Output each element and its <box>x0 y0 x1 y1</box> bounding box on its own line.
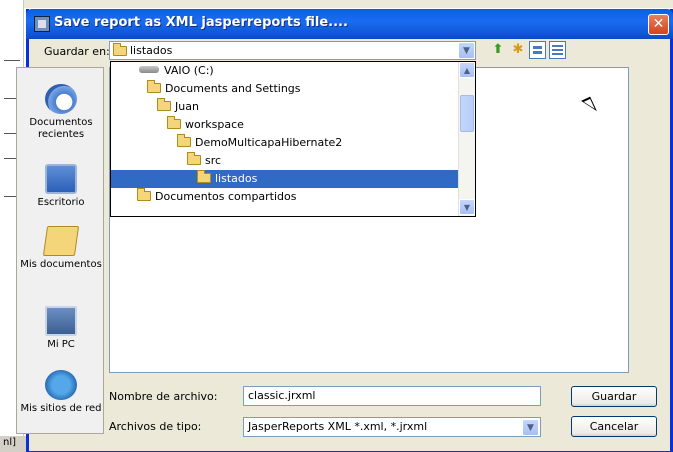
folder-icon <box>147 80 161 93</box>
new-folder-icon[interactable]: ✱ <box>509 41 527 59</box>
folder-icon <box>137 188 151 201</box>
dropdown-item-label: DemoMulticapaHibernate2 <box>195 136 343 149</box>
places-bar: Documentos recientes Escritorio Mis docu… <box>16 67 104 434</box>
background-app-top <box>24 0 673 8</box>
folder-icon <box>167 116 181 129</box>
save-button[interactable]: Guardar <box>571 386 657 407</box>
dropdown-item[interactable]: VAIO (C:) <box>111 62 459 80</box>
place-label: Documentos recientes <box>29 117 93 140</box>
network-places-icon <box>45 370 77 400</box>
app-icon <box>34 16 50 32</box>
look-in-value: listados <box>130 44 173 57</box>
window-title: Save report as XML jasperreports file...… <box>54 15 348 30</box>
dropdown-item[interactable]: src <box>111 152 459 170</box>
dropdown-scrollbar[interactable]: ▲ ▼ <box>458 62 475 216</box>
dropdown-item-label: src <box>205 154 222 167</box>
scroll-up-icon[interactable]: ▲ <box>459 62 475 78</box>
folder-icon <box>177 134 191 147</box>
my-computer-icon <box>45 306 77 336</box>
look-in-label: Guardar en: <box>44 45 110 58</box>
filetype-label: Archivos de tipo: <box>109 420 202 433</box>
view-details-icon[interactable] <box>549 41 566 59</box>
place-desktop[interactable]: Escritorio <box>17 164 105 209</box>
folder-icon <box>187 152 201 165</box>
place-my-computer[interactable]: Mi PC <box>17 306 105 351</box>
chevron-down-icon[interactable]: ▼ <box>522 419 539 436</box>
place-network[interactable]: Mis sitios de red <box>17 370 105 415</box>
cancel-button[interactable]: Cancelar <box>571 416 657 437</box>
dropdown-item[interactable]: Documentos compartidos <box>111 188 459 206</box>
look-in-dropdown[interactable]: VAIO (C:) Documents and Settings Juan wo… <box>110 61 476 217</box>
background-line <box>4 60 20 61</box>
title-bar[interactable]: Save report as XML jasperreports file...… <box>26 9 673 39</box>
dropdown-item-selected[interactable]: listados <box>111 170 459 188</box>
filetype-value: JasperReports XML *.xml, *.jrxml <box>248 420 428 433</box>
place-label: Mis sitios de red <box>20 403 102 414</box>
place-label: Mi PC <box>47 339 75 350</box>
my-documents-icon <box>42 226 80 256</box>
place-label: Escritorio <box>37 197 85 208</box>
dropdown-item-label: Documents and Settings <box>165 82 301 95</box>
scroll-down-icon[interactable]: ▼ <box>459 199 475 215</box>
view-list-icon[interactable] <box>529 41 546 59</box>
dropdown-item-label: Juan <box>175 100 199 113</box>
folder-icon <box>113 43 127 56</box>
filetype-select[interactable]: JasperReports XML *.xml, *.jrxml ▼ <box>243 417 541 437</box>
chevron-down-icon[interactable]: ▼ <box>458 42 475 59</box>
filename-input[interactable]: classic.jrxml <box>243 386 541 406</box>
dropdown-item[interactable]: workspace <box>111 116 459 134</box>
background-text-fragment: nl] <box>3 437 17 448</box>
dropdown-item-label: listados <box>215 172 258 185</box>
place-my-documents[interactable]: Mis documentos <box>17 226 105 271</box>
dropdown-item-label: Documentos compartidos <box>155 190 297 203</box>
filename-label: Nombre de archivo: <box>109 390 218 403</box>
folder-icon <box>157 98 171 111</box>
dropdown-item-label: workspace <box>185 118 244 131</box>
close-button[interactable]: ✕ <box>648 14 669 35</box>
desktop-icon <box>45 164 77 194</box>
place-recent-documents[interactable]: Documentos recientes <box>17 84 105 141</box>
drive-icon <box>139 66 159 73</box>
dropdown-item[interactable]: DemoMulticapaHibernate2 <box>111 134 459 152</box>
up-folder-icon[interactable]: ⬆ <box>489 41 507 59</box>
dropdown-item[interactable]: Documents and Settings <box>111 80 459 98</box>
folder-open-icon <box>197 170 211 183</box>
dropdown-item[interactable]: Juan <box>111 98 459 116</box>
scroll-thumb[interactable] <box>460 95 474 132</box>
dropdown-item-label: VAIO (C:) <box>164 64 214 77</box>
place-label: Mis documentos <box>20 259 102 270</box>
recent-documents-icon <box>45 84 77 114</box>
look-in-combo[interactable]: listados ▼ <box>109 41 476 60</box>
